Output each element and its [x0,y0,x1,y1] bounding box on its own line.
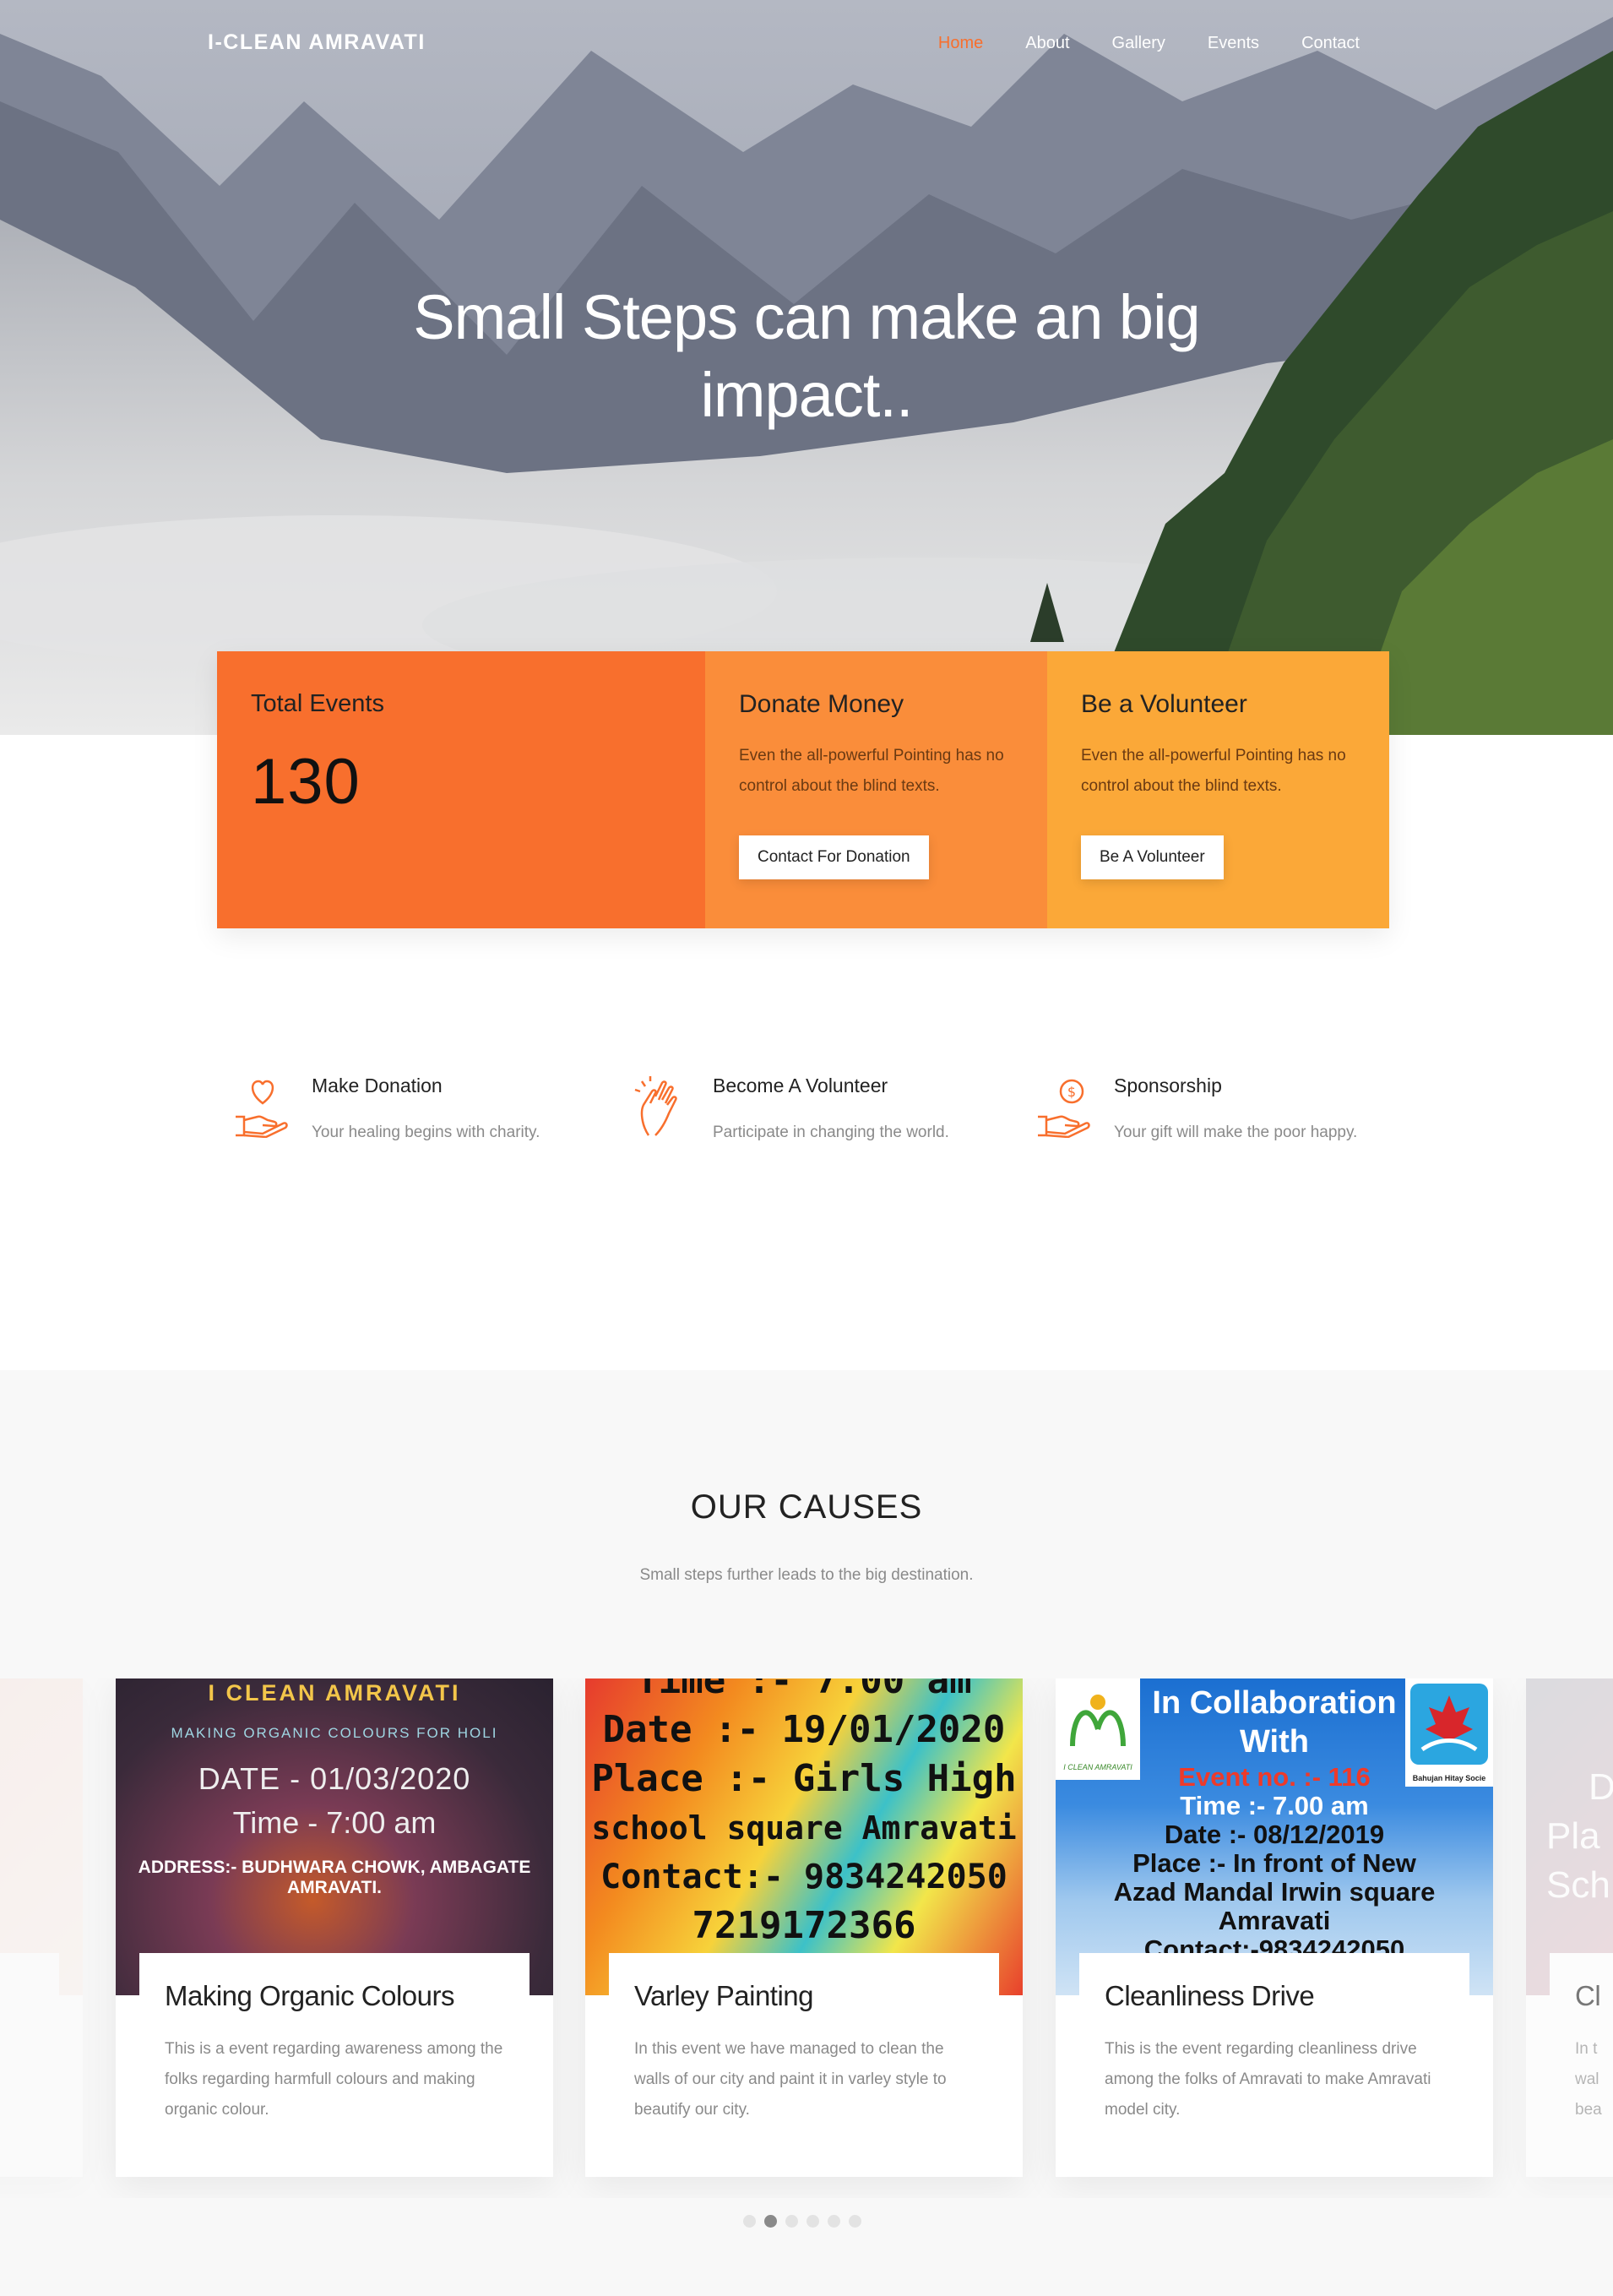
stats-cards: Total Events 130 Donate Money Even the a… [217,651,1389,928]
poster-line: D [1589,1766,1613,1808]
nav-link-gallery[interactable]: Gallery [1112,34,1165,53]
poster-line: Pla [1546,1815,1600,1857]
volunteer-card: Be a Volunteer Even the all-powerful Poi… [1047,651,1389,928]
service-become-volunteer-text: Participate in changing the world. [713,1124,949,1141]
poster-line: Date :- 08/12/2019 [1164,1820,1385,1849]
cause-title-next[interactable]: Cl [1575,1980,1613,2012]
poster-line: Amravati [1218,1906,1331,1935]
carousel-dot[interactable] [743,2215,756,2228]
carousel-dot[interactable] [785,2215,798,2228]
service-make-donation-text: Your healing begins with charity. [312,1124,540,1141]
nav-menu: Home About Gallery Events Contact [938,34,1360,53]
cause-panel: Varley Painting In this event we have ma… [609,1953,999,2177]
cause-image-previous [0,1678,83,1995]
heart-hand-icon [236,1080,288,1138]
donate-money-card: Donate Money Even the all-powerful Point… [705,651,1047,928]
cause-card-previous[interactable] [0,1678,83,2177]
nav-link-home[interactable]: Home [938,34,983,53]
cause-card[interactable]: I CLEAN AMRAVATI MAKING ORGANIC COLOURS … [116,1678,553,2177]
causes-carousel[interactable]: I CLEAN AMRAVATI MAKING ORGANIC COLOURS … [0,1678,1613,2198]
nav-link-events[interactable]: Events [1208,34,1259,53]
cause-title[interactable]: Cleanliness Drive [1105,1980,1444,2012]
cause-text: This is the event regarding cleanliness … [1105,2040,1431,2119]
poster-line: Contact:- 9834242050 [600,1858,1007,1896]
poster-date: DATE - 01/03/2020 [198,1761,471,1796]
cause-card[interactable]: I CLEAN AMRAVATI Bahujan Hitay Socie In … [1056,1678,1493,2177]
total-events-title: Total Events [251,690,384,717]
donate-money-title: Donate Money [739,690,904,718]
contact-for-donation-button[interactable]: Contact For Donation [739,835,929,879]
poster-address: ADDRESS:- BUDHWARA CHOWK, AMBAGATE AMRAV… [138,1858,531,1897]
cause-panel: Cleanliness Drive This is the event rega… [1079,1953,1469,2177]
cause-text: In this event we have managed to clean t… [634,2040,947,2119]
be-a-volunteer-button[interactable]: Be A Volunteer [1081,835,1224,879]
poster-line: 7219172366 [692,1904,916,1947]
hero-title-line2: impact.. [700,360,913,430]
poster-tag: MAKING ORGANIC COLOURS FOR HOLI [171,1725,498,1741]
hero-title: Small Steps can make an big impact.. [384,279,1229,434]
volunteer-text: Even the all-powerful Pointing has no co… [1081,747,1346,795]
cause-image-next: D Pla Sch [1526,1678,1613,1995]
cause-poster-image: I CLEAN AMRAVATI MAKING ORGANIC COLOURS … [116,1678,553,1995]
volunteer-title: Be a Volunteer [1081,690,1247,718]
causes-section: OUR CAUSES Small steps further leads to … [0,1370,1613,2296]
cause-panel-previous [0,1953,59,2177]
nav-link-about[interactable]: About [1025,34,1069,53]
nav-link-contact[interactable]: Contact [1301,34,1360,53]
poster-line: Time :- 7.00 am [1180,1791,1369,1820]
poster-org: I CLEAN AMRAVATI [208,1680,461,1706]
poster-time: Time - 7:00 am [232,1805,437,1840]
poster-line: Date :- 19/01/2020 [602,1708,1006,1751]
cause-card-next[interactable]: D Pla Sch Cl In t wal bea [1526,1678,1613,2177]
cause-poster-image: Time :- 7.00 am Date :- 19/01/2020 Place… [585,1678,1023,1995]
poster-line: Place :- In front of New [1132,1848,1416,1878]
service-become-volunteer-title: Become A Volunteer [713,1075,888,1096]
brand-logo[interactable]: I-CLEAN AMRAVATI [208,30,426,55]
donate-money-text: Even the all-powerful Pointing has no co… [739,747,1004,795]
causes-subtitle: Small steps further leads to the big des… [639,1566,974,1584]
carousel-dot[interactable] [806,2215,819,2228]
cause-panel-next: Cl In t wal bea [1550,1953,1613,2177]
carousel-dot-active[interactable] [764,2215,777,2228]
carousel-dot[interactable] [849,2215,861,2228]
cause-title[interactable]: Varley Painting [634,1980,974,2012]
poster-line: Time :- 7.00 am [636,1678,972,1702]
cause-card[interactable]: Time :- 7.00 am Date :- 19/01/2020 Place… [585,1678,1023,2177]
hero-section: I-CLEAN AMRAVATI Home About Gallery Even… [0,0,1613,735]
poster-heading: In Collaboration [1152,1685,1397,1721]
cause-text-next-line: bea [1575,2101,1602,2119]
navbar: I-CLEAN AMRAVATI Home About Gallery Even… [0,0,1613,93]
poster-line: Event no. :- 116 [1178,1762,1371,1792]
raised-hand-icon [634,1076,677,1136]
service-make-donation-title: Make Donation [312,1075,443,1096]
cause-text-next-line: In t [1575,2040,1598,2058]
cause-text: This is a event regarding awareness amon… [165,2040,503,2119]
cause-text-next: In t wal bea [1575,2034,1613,2125]
causes-title: OUR CAUSES [690,1488,923,1526]
hero-title-line1: Small Steps can make an big [413,282,1200,352]
total-events-value: 130 [251,746,361,818]
total-events-card: Total Events 130 [217,651,705,928]
poster-line: Azad Mandal Irwin square [1113,1877,1436,1907]
cause-panel: Making Organic Colours This is a event r… [139,1953,530,2177]
poster-line: Place :- Girls High [591,1757,1017,1800]
carousel-dot[interactable] [828,2215,840,2228]
service-sponsorship-text: Your gift will make the poor happy. [1114,1124,1358,1141]
service-sponsorship-title: Sponsorship [1114,1075,1222,1096]
coin-hand-icon: $ [1038,1079,1090,1138]
poster-heading: With [1240,1724,1309,1760]
carousel-dots [743,2215,861,2228]
poster-line: school square Amravati [591,1809,1017,1847]
services-section: Make Donation Your healing begins with c… [0,1014,1613,1368]
cause-text-next-line: wal [1575,2070,1599,2088]
cause-poster-image: I CLEAN AMRAVATI Bahujan Hitay Socie In … [1056,1678,1493,1995]
poster-line: Sch [1546,1864,1610,1906]
cause-title[interactable]: Making Organic Colours [165,1980,504,2012]
svg-text:$: $ [1067,1084,1076,1100]
